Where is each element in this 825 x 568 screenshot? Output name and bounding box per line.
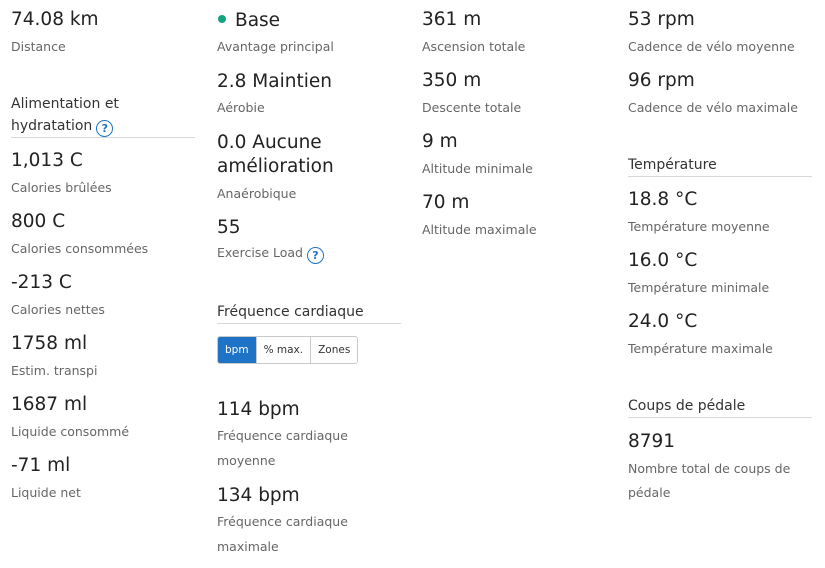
hr-average-label-line2: moyenne bbox=[217, 453, 276, 468]
distance-label: Distance bbox=[11, 39, 66, 54]
min-elevation-label: Altitude minimale bbox=[422, 161, 533, 176]
avg-cadence-label: Cadence de vélo moyenne bbox=[628, 39, 795, 54]
pedal-strokes-divider bbox=[628, 417, 812, 418]
total-descent-value: 350 m bbox=[422, 70, 482, 91]
avg-temperature-label: Température moyenne bbox=[628, 219, 770, 234]
anaerobic-label: Anaérobique bbox=[217, 186, 297, 201]
anaerobic-value-line2: amélioration bbox=[217, 156, 334, 177]
calories-consumed-label: Calories consommées bbox=[11, 241, 149, 256]
sweat-estimate-label: Estim. transpi bbox=[11, 363, 98, 378]
max-elevation-label: Altitude maximale bbox=[422, 222, 537, 237]
total-ascent-value: 361 m bbox=[422, 9, 482, 30]
primary-benefit-value: Base bbox=[217, 10, 280, 32]
avg-temperature-value: 18.8 °C bbox=[628, 189, 698, 210]
sweat-estimate-value: 1758 ml bbox=[11, 333, 88, 354]
min-temperature-value: 16.0 °C bbox=[628, 250, 698, 271]
aerobic-label: Aérobie bbox=[217, 100, 265, 115]
max-cadence-value: 96 rpm bbox=[628, 70, 695, 91]
total-descent-label: Descente totale bbox=[422, 100, 522, 115]
max-elevation-value: 70 m bbox=[422, 192, 470, 213]
min-elevation-value: 9 m bbox=[422, 131, 458, 152]
hr-average-label-line1: Fréquence cardiaque bbox=[217, 428, 348, 443]
nutrition-header-line2: hydratation? bbox=[11, 115, 114, 137]
temperature-header: Température bbox=[628, 157, 717, 173]
nutrition-divider bbox=[11, 137, 195, 138]
hr-max-value: 134 bpm bbox=[217, 485, 300, 506]
tab-bpm[interactable]: bpm bbox=[218, 337, 257, 363]
tab-percent-max[interactable]: % max. bbox=[257, 337, 312, 363]
avg-cadence-value: 53 rpm bbox=[628, 9, 695, 30]
primary-benefit-label: Avantage principal bbox=[217, 39, 334, 54]
nutrition-header-label: hydratation bbox=[11, 118, 93, 134]
anaerobic-value-line1: 0.0 Aucune bbox=[217, 132, 322, 153]
exercise-load-label: Exercise Load bbox=[217, 245, 303, 260]
calories-net-value: -213 C bbox=[11, 272, 72, 293]
hr-max-label-line1: Fréquence cardiaque bbox=[217, 514, 348, 529]
total-ascent-label: Ascension totale bbox=[422, 39, 526, 54]
calories-net-label: Calories nettes bbox=[11, 302, 105, 317]
temperature-divider bbox=[628, 176, 812, 177]
primary-benefit-text: Base bbox=[235, 10, 281, 31]
max-cadence-label: Cadence de vélo maximale bbox=[628, 100, 798, 115]
pedal-strokes-label-line1: Nombre total de coups de bbox=[628, 461, 791, 476]
hr-max-label-line2: maximale bbox=[217, 539, 279, 554]
max-temperature-value: 24.0 °C bbox=[628, 311, 698, 332]
question-circle-icon[interactable]: ? bbox=[306, 247, 324, 264]
calories-burned-label: Calories brûlées bbox=[11, 180, 112, 195]
aerobic-value: 2.8 Maintien bbox=[217, 71, 332, 92]
fluid-consumed-value: 1687 ml bbox=[11, 394, 88, 415]
hr-average-value: 114 bpm bbox=[217, 399, 300, 420]
heart-rate-unit-toggle: bpm % max. Zones bbox=[217, 336, 359, 364]
min-temperature-label: Température minimale bbox=[628, 280, 770, 295]
question-circle-icon[interactable]: ? bbox=[96, 120, 114, 137]
pedal-strokes-value: 8791 bbox=[628, 431, 676, 452]
distance-value: 74.08 km bbox=[11, 9, 99, 30]
fluid-net-label: Liquide net bbox=[11, 485, 81, 500]
calories-burned-value: 1,013 C bbox=[11, 150, 83, 171]
fluid-consumed-label: Liquide consommé bbox=[11, 424, 130, 439]
pedal-strokes-label-line2: pédale bbox=[628, 485, 671, 500]
status-dot-icon bbox=[218, 15, 226, 23]
heart-rate-header: Fréquence cardiaque bbox=[217, 304, 364, 320]
calories-consumed-value: 800 C bbox=[11, 211, 66, 232]
max-temperature-label: Température maximale bbox=[628, 341, 773, 356]
fluid-net-value: -71 ml bbox=[11, 455, 71, 476]
tab-zones[interactable]: Zones bbox=[311, 337, 357, 363]
exercise-load-label-row: Exercise Load? bbox=[217, 245, 324, 264]
nutrition-header-line1: Alimentation et bbox=[11, 96, 119, 112]
pedal-strokes-header: Coups de pédale bbox=[628, 398, 746, 414]
heart-rate-divider bbox=[217, 323, 401, 324]
exercise-load-value: 55 bbox=[217, 217, 241, 238]
